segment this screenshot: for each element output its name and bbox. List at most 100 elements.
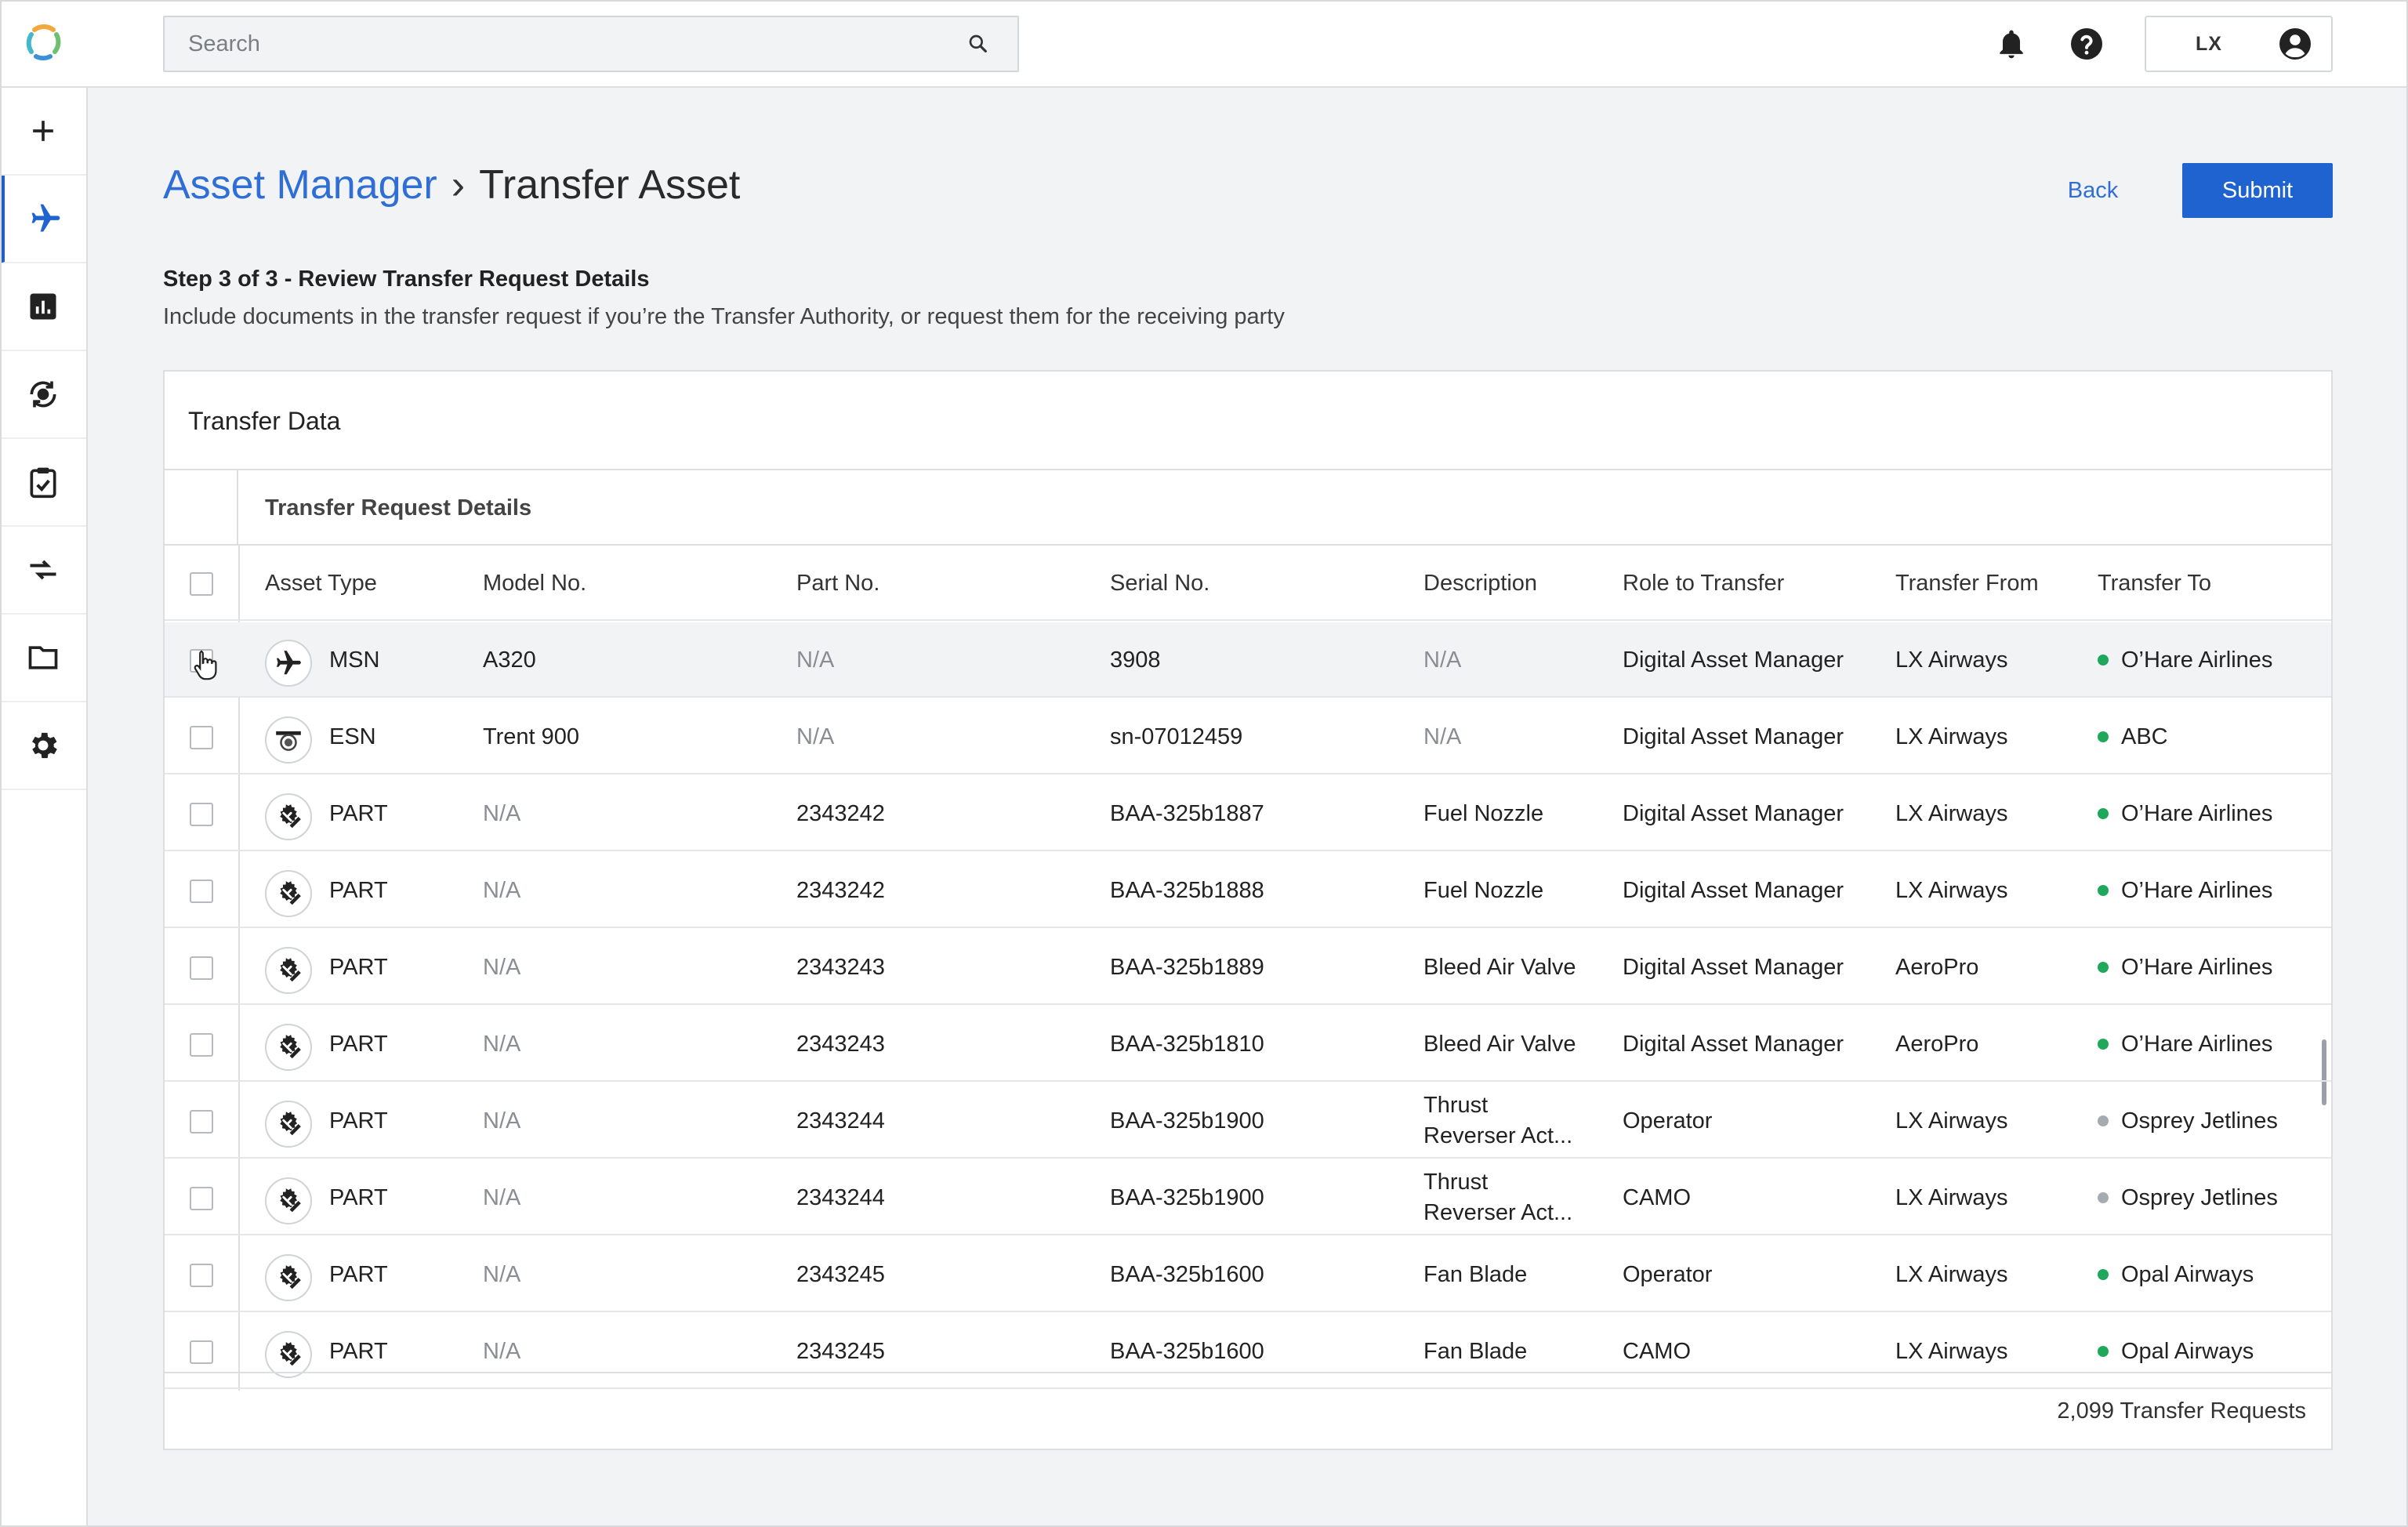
table-row[interactable]: PART N/A 2343242 BAA-325b1887 Fuel Nozzle Dig…: [165, 776, 2331, 851]
user-menu[interactable]: LX: [2145, 16, 2333, 72]
column-header-transfer-from[interactable]: Transfer From: [1895, 546, 2039, 621]
cell-text: O’Hare Airlines: [2121, 800, 2273, 826]
cell-text: Operator: [1623, 1261, 1713, 1287]
table-row[interactable]: MSN A320 N/A 3908 N/A Digital Asset Manager LX…: [165, 622, 2331, 698]
status-dot: [2098, 731, 2109, 742]
card-footer: 2,099 Transfer Requests: [165, 1372, 2331, 1449]
sidebar-item-assets[interactable]: [0, 176, 86, 263]
cell-part-no: N/A: [796, 622, 834, 698]
step-description: Include documents in the transfer reques…: [163, 304, 1285, 329]
chart-icon: [30, 293, 56, 320]
row-checkbox[interactable]: [190, 1264, 213, 1287]
cell-text: Digital Asset Manager: [1623, 877, 1844, 903]
table-row[interactable]: PART N/A 2343245 BAA-325b1600 Fan Blade Opera…: [165, 1237, 2331, 1312]
search-input[interactable]: [165, 17, 966, 71]
cell-transfer-to: ABC: [2098, 699, 2168, 774]
cell-serial-no: BAA-325b1889: [1110, 930, 1264, 1005]
table-row[interactable]: PART N/A 2343244 BAA-325b1900 Thrust Reverse…: [165, 1160, 2331, 1235]
cell-text: Digital Asset Manager: [1623, 1031, 1844, 1057]
row-checkbox[interactable]: [190, 956, 213, 980]
cell-text: LX Airways: [1895, 1261, 2008, 1287]
cell-text: PART: [329, 1031, 388, 1057]
status-dot: [2098, 808, 2109, 819]
breadcrumb-asset-manager-link[interactable]: Asset Manager: [163, 162, 437, 208]
part-icon: [265, 1254, 312, 1301]
transfer-arrows-icon: [30, 560, 56, 580]
transfer-table: Asset Type Model No. Part No. Serial No.…: [165, 546, 2331, 1391]
cell-text: Operator: [1623, 1108, 1713, 1133]
search-icon[interactable]: [966, 31, 991, 56]
sidebar-item-create[interactable]: [0, 88, 86, 176]
cell-text: AeroPro: [1895, 954, 1979, 980]
back-button[interactable]: Back: [2038, 163, 2148, 218]
cell-text: BAA-325b1600: [1110, 1261, 1264, 1287]
column-header-part-no[interactable]: Part No.: [796, 546, 879, 621]
cell-text: N/A: [796, 647, 835, 673]
table-row[interactable]: PART N/A 2343244 BAA-325b1900 Thrust Reverse…: [165, 1083, 2331, 1159]
column-header-role-to-transfer[interactable]: Role to Transfer: [1623, 546, 1784, 621]
cell-part-no: 2343243: [796, 930, 885, 1005]
table-row[interactable]: PART N/A 2343242 BAA-325b1888 Fuel Nozzle Dig…: [165, 853, 2331, 928]
group-checkbox-column: [165, 470, 238, 546]
cell-transfer-to: Opal Airways: [2098, 1237, 2254, 1312]
status-dot: [2098, 655, 2109, 666]
cell-text: Osprey Jetlines: [2121, 1184, 2278, 1210]
table-row[interactable]: PART N/A 2343243 BAA-325b1810 Bleed Air Valv…: [165, 1007, 2331, 1082]
cell-transfer-from: AeroPro: [1895, 1007, 1978, 1082]
search-box: [163, 16, 1019, 72]
select-all-checkbox[interactable]: [190, 572, 213, 596]
cell-asset-type: MSN: [329, 622, 379, 698]
sidebar-item-tasks[interactable]: [0, 439, 86, 527]
help-icon[interactable]: [2068, 25, 2105, 63]
cell-transfer-to: O’Hare Airlines: [2098, 622, 2272, 698]
row-checkbox[interactable]: [190, 1033, 213, 1057]
cell-asset-type: PART: [329, 1160, 388, 1235]
row-checkbox[interactable]: [190, 1110, 213, 1133]
column-header-description[interactable]: Description: [1423, 546, 1537, 621]
column-header-transfer-to[interactable]: Transfer To: [2098, 546, 2211, 621]
transfer-data-card: Transfer Data Transfer Request Details A…: [163, 370, 2333, 1450]
submit-button[interactable]: Submit: [2182, 163, 2333, 218]
column-header-asset-type[interactable]: Asset Type: [265, 546, 377, 621]
row-checkbox[interactable]: [190, 1340, 213, 1364]
cell-text: PART: [329, 1338, 388, 1364]
cell-text: Thrust Reverser Act...: [1423, 1093, 1573, 1148]
cell-part-no: 2343245: [796, 1237, 885, 1312]
cell-asset-type: PART: [329, 1007, 388, 1082]
sidebar-item-settings[interactable]: [0, 702, 86, 790]
sidebar-item-transfers[interactable]: [0, 527, 86, 615]
table-row[interactable]: ESN Trent 900 N/A sn-07012459 N/A Digital Ass…: [165, 699, 2331, 774]
notifications-bell-icon[interactable]: [1994, 27, 2029, 61]
cell-text: Fuel Nozzle: [1423, 877, 1544, 903]
column-header-model-no[interactable]: Model No.: [483, 546, 586, 621]
cell-text: N/A: [483, 877, 521, 903]
row-checkbox[interactable]: [190, 803, 213, 826]
row-checkbox[interactable]: [190, 880, 213, 903]
cell-model-no: N/A: [483, 853, 520, 928]
column-header-serial-no[interactable]: Serial No.: [1110, 546, 1209, 621]
cell-text: PART: [329, 800, 388, 826]
cell-text: O’Hare Airlines: [2121, 647, 2273, 673]
cell-text: N/A: [483, 1031, 521, 1057]
sidebar-item-documents[interactable]: [0, 615, 86, 702]
row-checkbox[interactable]: [190, 726, 213, 749]
cell-role-to-transfer: Digital Asset Manager: [1623, 930, 1844, 1005]
cell-description: N/A: [1423, 622, 1580, 698]
sidebar-item-reports[interactable]: [0, 263, 86, 351]
row-checkbox[interactable]: [190, 1187, 213, 1210]
cell-text: Osprey Jetlines: [2121, 1108, 2278, 1133]
cell-transfer-to: O’Hare Airlines: [2098, 930, 2272, 1005]
cell-text: PART: [329, 1261, 388, 1287]
cell-transfer-from: AeroPro: [1895, 930, 1978, 1005]
cell-description: Fuel Nozzle: [1423, 776, 1580, 851]
cell-description: Thrust Reverser Act...: [1423, 1160, 1580, 1235]
cell-model-no: N/A: [483, 776, 520, 851]
sidebar-item-engines[interactable]: [0, 351, 86, 439]
cell-text: CAMO: [1623, 1338, 1691, 1364]
app-logo-icon[interactable]: [22, 20, 66, 64]
table-row[interactable]: PART N/A 2343243 BAA-325b1889 Bleed Air Valv…: [165, 930, 2331, 1005]
cell-part-no: 2343242: [796, 776, 885, 851]
page-title: Transfer Asset: [479, 162, 741, 208]
cell-text: BAA-325b1810: [1110, 1031, 1264, 1057]
cell-text: N/A: [483, 800, 521, 826]
